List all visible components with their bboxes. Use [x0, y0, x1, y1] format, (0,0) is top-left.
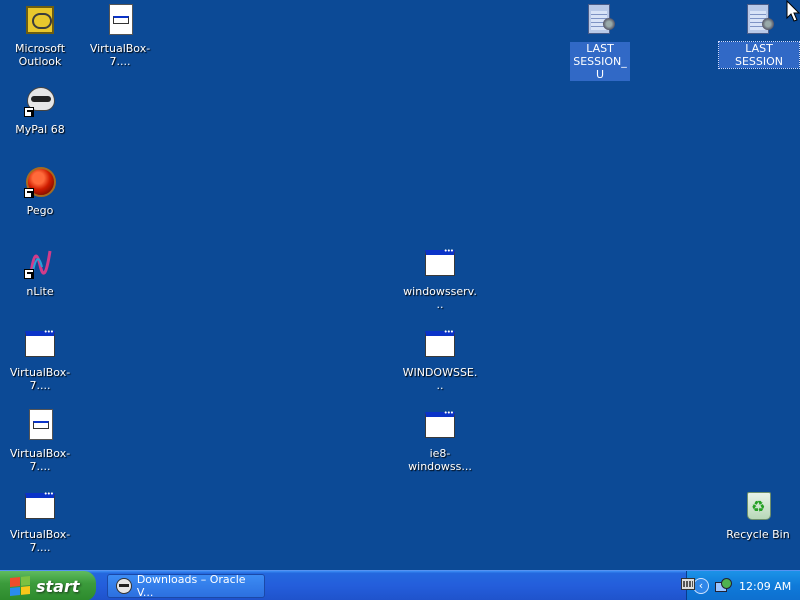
recycle-bin-icon [747, 492, 771, 520]
notepad-icon [747, 4, 774, 34]
desktop-icon-virtualbox-1[interactable]: VirtualBox-7.... [80, 4, 160, 69]
desktop-icon-virtualbox-4[interactable]: VirtualBox-7.... [0, 490, 80, 555]
desktop-icon-virtualbox-2[interactable]: VirtualBox-7.... [0, 328, 80, 393]
desktop-icon-label: MyPal 68 [15, 123, 65, 136]
taskbar-window-button[interactable]: Downloads – Oracle V... [107, 573, 265, 599]
desktop-icon-label: VirtualBox-7.... [9, 366, 71, 392]
desktop-icon-label: ie8-windowss... [408, 447, 472, 473]
installer-icon [109, 4, 133, 35]
desktop-icon-pego[interactable]: Pego [0, 166, 80, 218]
window-icon [25, 490, 55, 519]
shortcut-arrow-icon [24, 107, 34, 117]
keyboard-icon[interactable] [681, 578, 695, 590]
network-icon[interactable] [715, 578, 732, 594]
desktop-icon-label: windowsserv... [403, 285, 477, 311]
start-label: start [36, 576, 80, 596]
desktop-icon-label: Recycle Bin [726, 528, 790, 541]
system-tray: ‹ 12:09 AM [686, 571, 800, 600]
desktop-icon-label: VirtualBox-7.... [89, 42, 151, 68]
desktop-icon-label: LAST SESSION_U [570, 42, 630, 81]
desktop-icon-windowsserv[interactable]: windowsserv... [400, 247, 480, 312]
desktop-icon-mypal[interactable]: MyPal 68 [0, 85, 80, 137]
desktop-icon-label: VirtualBox-7.... [9, 528, 71, 554]
clock[interactable]: 12:09 AM [739, 580, 791, 593]
outlook-icon [26, 6, 54, 34]
window-icon [25, 328, 55, 357]
desktop-icon-label: WINDOWSSE... [402, 366, 478, 392]
desktop-icon-label: nLite [26, 285, 54, 298]
windows-logo-icon [10, 575, 30, 597]
notepad-icon [588, 4, 615, 34]
window-icon [425, 328, 455, 357]
desktop-icon-virtualbox-3[interactable]: VirtualBox-7.... [0, 409, 80, 474]
desktop-icon-label: VirtualBox-7.... [9, 447, 71, 473]
desktop: Microsoft Outlook MyPal 68 Pego nLite Vi… [0, 0, 800, 570]
desktop-icon-last-session-u[interactable]: LAST SESSION_U [560, 4, 640, 82]
desktop-icon-nlite[interactable]: nLite [0, 247, 80, 299]
taskbar: start Downloads – Oracle V... ‹ 12:09 AM [0, 570, 800, 600]
taskbar-window-label: Downloads – Oracle V... [136, 573, 246, 599]
desktop-icon-label: Pego [26, 204, 54, 217]
mypal-icon [116, 578, 132, 594]
desktop-icon-windowsse[interactable]: WINDOWSSE... [400, 328, 480, 393]
desktop-icon-label: LAST SESSION [718, 41, 800, 69]
shortcut-arrow-icon [24, 269, 34, 279]
desktop-icon-recycle-bin[interactable]: Recycle Bin [718, 490, 798, 542]
show-hidden-icons-button[interactable]: ‹ [693, 578, 709, 594]
window-icon [425, 409, 455, 438]
desktop-icon-microsoft-outlook[interactable]: Microsoft Outlook [0, 4, 80, 69]
mouse-cursor-icon [786, 0, 800, 22]
start-button[interactable]: start [0, 571, 96, 600]
desktop-icon-label: Microsoft Outlook [14, 42, 66, 68]
installer-icon [29, 409, 53, 440]
desktop-icon-ie8-windowss[interactable]: ie8-windowss... [400, 409, 480, 474]
shortcut-arrow-icon [24, 188, 34, 198]
window-icon [425, 247, 455, 276]
